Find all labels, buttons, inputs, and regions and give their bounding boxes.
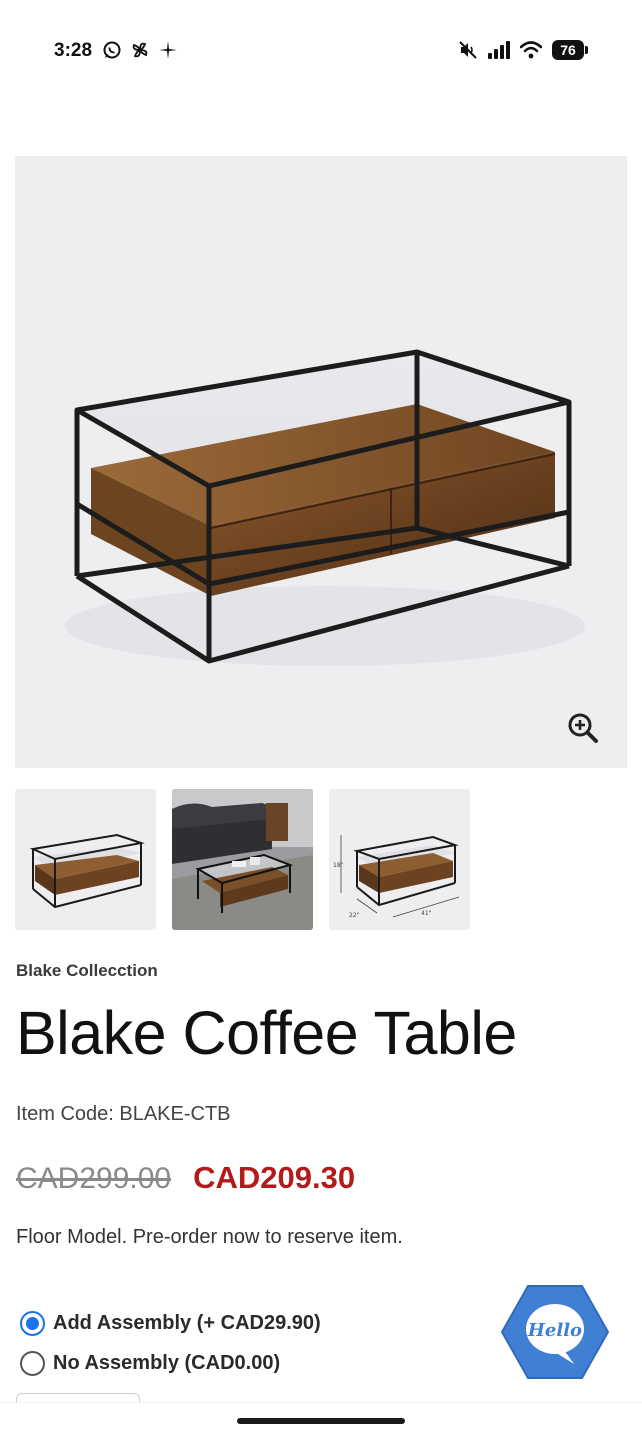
option-no-assembly[interactable]: No Assembly (CAD0.00) bbox=[20, 1343, 321, 1383]
coffee-table-illustration bbox=[65, 349, 585, 666]
add-assembly-radio[interactable] bbox=[20, 1310, 45, 1336]
status-bar: 3:28 76 bbox=[0, 0, 642, 100]
product-note: Floor Model. Pre-order now to reserve it… bbox=[16, 1226, 403, 1248]
collection-label[interactable]: Blake Collecction bbox=[16, 961, 158, 981]
no-assembly-radio[interactable] bbox=[20, 1350, 45, 1376]
mute-icon bbox=[459, 41, 477, 59]
assembly-options: Add Assembly (+ CAD29.90) No Assembly (C… bbox=[20, 1303, 321, 1383]
dimension-width-label: 41" bbox=[421, 910, 432, 917]
chat-hexagon-icon: Hello bbox=[500, 1285, 610, 1379]
battery-level: 76 bbox=[552, 40, 584, 60]
home-indicator[interactable] bbox=[237, 1418, 405, 1424]
thumbnail-front-view[interactable] bbox=[15, 789, 156, 930]
status-right-icons: 76 bbox=[458, 40, 588, 60]
add-assembly-label: Add Assembly (+ CAD29.90) bbox=[53, 1311, 321, 1334]
item-code: Item Code: BLAKE-CTB bbox=[16, 1103, 231, 1125]
thumbnail-front-image bbox=[29, 833, 145, 909]
no-assembly-label: No Assembly (CAD0.00) bbox=[53, 1351, 281, 1374]
wifi-icon bbox=[520, 41, 542, 59]
product-title: Blake Coffee Table bbox=[16, 999, 517, 1067]
whatsapp-icon bbox=[103, 41, 121, 59]
signal-icon bbox=[488, 41, 510, 59]
battery-icon: 76 bbox=[552, 40, 588, 60]
thumbnail-dimensions-image: 18" 22" 41" bbox=[333, 835, 460, 919]
pinwheel-icon bbox=[132, 42, 148, 58]
price-row: CAD299.00 CAD209.30 bbox=[16, 1160, 355, 1196]
dimension-depth-label: 22" bbox=[349, 912, 360, 919]
zoom-in-icon[interactable] bbox=[567, 712, 599, 744]
product-main-image[interactable] bbox=[15, 156, 627, 768]
battery-nub bbox=[585, 46, 588, 54]
thumbnail-room-view[interactable] bbox=[172, 789, 313, 930]
sparkle-icon bbox=[159, 41, 177, 59]
chat-label: Hello bbox=[527, 1320, 582, 1341]
sale-price: CAD209.30 bbox=[193, 1160, 356, 1195]
status-time: 3:28 bbox=[54, 40, 93, 61]
chat-button[interactable]: Hello bbox=[500, 1284, 610, 1380]
original-price: CAD299.00 bbox=[16, 1162, 172, 1195]
thumbnail-strip: 18" 22" 41" bbox=[15, 789, 470, 930]
thumbnail-room-image bbox=[172, 789, 313, 930]
option-add-assembly[interactable]: Add Assembly (+ CAD29.90) bbox=[20, 1303, 321, 1343]
dimension-height-label: 18" bbox=[333, 862, 344, 869]
thumbnail-dimensions-view[interactable]: 18" 22" 41" bbox=[329, 789, 470, 930]
status-left-icons bbox=[102, 40, 178, 60]
